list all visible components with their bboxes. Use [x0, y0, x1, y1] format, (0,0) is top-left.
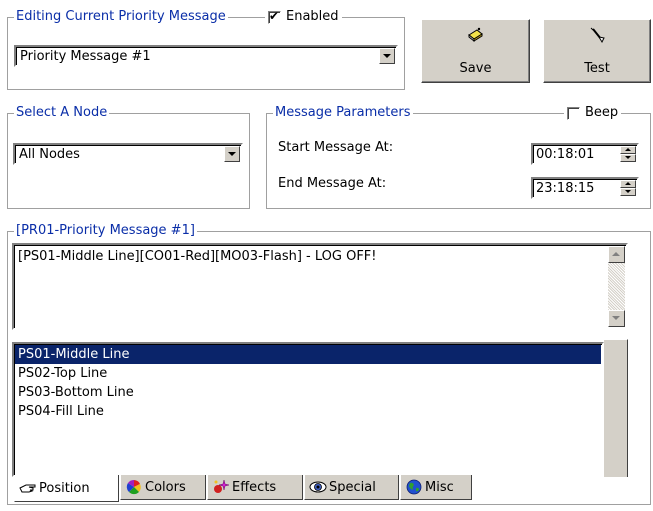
- priority-message-legend: [PR01-Priority Message #1]: [14, 223, 197, 239]
- select-node-legend: Select A Node: [14, 105, 110, 121]
- start-time-field[interactable]: 00:18:01: [531, 143, 639, 165]
- end-time-spinner[interactable]: [620, 180, 636, 196]
- list-item[interactable]: PS02-Top Line: [15, 364, 601, 383]
- tab-effects-label: Effects: [232, 479, 277, 495]
- spin-up-icon[interactable]: [620, 180, 636, 188]
- special-eye-icon: [309, 479, 327, 495]
- tab-special[interactable]: Special: [304, 475, 399, 500]
- select-node-group: Select A Node All Nodes: [7, 105, 250, 209]
- editing-message-legend: Editing Current Priority Message: [14, 9, 228, 25]
- node-select[interactable]: All Nodes: [13, 143, 243, 165]
- beep-label: Beep: [585, 105, 619, 120]
- test-wand-icon: [544, 26, 650, 46]
- spin-down-icon[interactable]: [620, 154, 636, 162]
- start-time-value: 00:18:01: [536, 147, 595, 162]
- save-button-label: Save: [459, 61, 492, 76]
- list-item[interactable]: PS01-Middle Line: [15, 345, 601, 364]
- tab-colors[interactable]: Colors: [120, 475, 206, 500]
- scroll-down-icon[interactable]: [608, 310, 625, 327]
- beep-checkbox[interactable]: [567, 106, 580, 120]
- message-text-area[interactable]: [PS01-Middle Line][CO01-Red][MO03-Flash]…: [12, 243, 628, 330]
- end-message-label: End Message At:: [278, 176, 387, 191]
- tab-misc[interactable]: Misc: [400, 475, 472, 500]
- category-tabs: Position Colors Effects Special Misc: [14, 475, 473, 502]
- scroll-track[interactable]: [608, 263, 625, 310]
- misc-globe-icon: [405, 479, 423, 495]
- list-side-panel: [604, 339, 628, 477]
- end-time-value: 23:18:15: [536, 181, 595, 196]
- tab-misc-label: Misc: [425, 479, 454, 495]
- editing-message-group: Editing Current Priority Message Enabled…: [7, 9, 405, 90]
- test-button-label: Test: [584, 61, 610, 76]
- message-parameters-group: Message Parameters Beep Start Message At…: [266, 105, 651, 209]
- message-select-value: Priority Message #1: [20, 49, 151, 64]
- end-time-field[interactable]: 23:18:15: [531, 177, 639, 199]
- message-scrollbar[interactable]: [608, 246, 625, 327]
- message-parameters-legend: Message Parameters: [273, 105, 413, 121]
- save-button[interactable]: Save: [421, 19, 530, 83]
- start-message-label: Start Message At:: [278, 140, 394, 155]
- enabled-label: Enabled: [286, 9, 339, 24]
- message-select-dropdown-icon[interactable]: [379, 48, 395, 64]
- list-item[interactable]: PS03-Bottom Line: [15, 383, 601, 402]
- list-item[interactable]: PS04-Fill Line: [15, 402, 601, 421]
- tab-colors-label: Colors: [145, 479, 186, 495]
- enabled-checkbox[interactable]: [268, 9, 281, 24]
- effects-sparkle-icon: [212, 479, 230, 495]
- scroll-up-icon[interactable]: [608, 246, 625, 263]
- tab-position[interactable]: Position: [14, 475, 119, 502]
- position-list[interactable]: PS01-Middle Line PS02-Top Line PS03-Bottom…: [12, 342, 604, 477]
- tab-position-label: Position: [39, 480, 90, 496]
- message-text: [PS01-Middle Line][CO01-Red][MO03-Flash]…: [18, 249, 377, 264]
- node-select-value: All Nodes: [19, 147, 80, 162]
- test-button[interactable]: Test: [543, 19, 651, 83]
- position-hand-icon: [19, 480, 37, 496]
- colors-wheel-icon: [125, 479, 143, 495]
- spin-down-icon[interactable]: [620, 188, 636, 196]
- start-time-spinner[interactable]: [620, 146, 636, 162]
- enabled-toggle[interactable]: Enabled: [265, 9, 342, 25]
- position-list-items: PS01-Middle Line PS02-Top Line PS03-Bottom…: [14, 344, 602, 421]
- message-select[interactable]: Priority Message #1: [14, 45, 398, 67]
- tab-effects[interactable]: Effects: [207, 475, 303, 500]
- beep-toggle[interactable]: Beep: [564, 105, 622, 121]
- tab-special-label: Special: [329, 479, 376, 495]
- spin-up-icon[interactable]: [620, 146, 636, 154]
- save-eraser-icon: [422, 26, 529, 46]
- node-select-dropdown-icon[interactable]: [224, 146, 240, 162]
